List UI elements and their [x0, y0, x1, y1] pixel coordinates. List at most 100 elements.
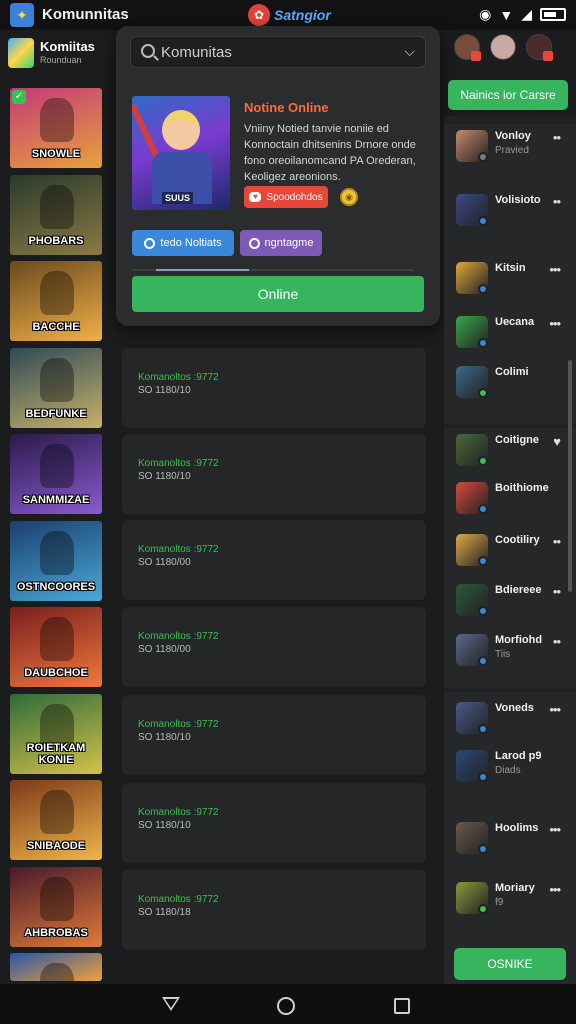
- member-row[interactable]: Larod p9 Diads: [444, 746, 576, 786]
- coin-icon[interactable]: ◉: [340, 188, 358, 206]
- more-options-icon[interactable]: •••: [549, 316, 561, 331]
- member-row[interactable]: Moriary f9 •••: [444, 878, 576, 918]
- member-row[interactable]: Vonloy Pravied ••: [444, 126, 576, 166]
- member-row[interactable]: Bdiereee ••: [444, 580, 576, 620]
- member-name: Vonloy: [495, 130, 531, 142]
- game-title: BEDFUNKE: [25, 407, 87, 420]
- game-tile[interactable]: [10, 953, 102, 981]
- list-item[interactable]: Komanoltos :9772 SO 1180/18: [122, 870, 426, 950]
- game-tile[interactable]: BACCHE: [10, 261, 102, 341]
- avatar[interactable]: [490, 34, 516, 60]
- more-options-icon[interactable]: •••: [549, 262, 561, 277]
- game-tile[interactable]: PHOBARS: [10, 174, 102, 255]
- list-item[interactable]: Komanoltos :9772 SO 1180/10: [122, 348, 426, 428]
- game-tile[interactable]: ✓ SNOWLE: [10, 88, 102, 168]
- bottom-action-button[interactable]: OSNIKE: [454, 948, 566, 980]
- list-item-subtitle: SO 1180/10: [138, 385, 191, 396]
- game-character: [40, 617, 74, 661]
- game-tile[interactable]: DAUBCHOE: [10, 607, 102, 687]
- scrollbar[interactable]: [568, 360, 572, 592]
- list-item-title: Komanoltos :9772: [138, 372, 219, 383]
- more-options-icon[interactable]: ••: [553, 634, 561, 649]
- member-row[interactable]: Kitsin •••: [444, 258, 576, 298]
- status-icon: [478, 724, 488, 734]
- location-pin-icon: ✿: [248, 4, 270, 26]
- more-options-icon[interactable]: ••: [553, 584, 561, 599]
- list-item-subtitle: SO 1180/10: [138, 471, 191, 482]
- more-options-icon[interactable]: •••: [549, 702, 561, 717]
- list-item[interactable]: Komanoltos :9772 SO 1180/10: [122, 434, 426, 514]
- list-item[interactable]: Komanoltos :9772 SO 1180/00: [122, 607, 426, 687]
- home-icon[interactable]: [277, 997, 295, 1015]
- chevron-down-icon[interactable]: ⌵: [404, 43, 415, 60]
- game-title: OSTNCOORES: [16, 580, 96, 593]
- member-row[interactable]: Morfiohd Tiis ••: [444, 630, 576, 670]
- member-row[interactable]: Cootiliry ••: [444, 530, 576, 570]
- member-panel: Vonloy Pravied •• Volisioto •• Kitsin ••• Uecan…: [444, 116, 576, 984]
- more-options-icon[interactable]: ••: [553, 534, 561, 549]
- member-row[interactable]: Voneds •••: [444, 698, 576, 738]
- app-logo-icon: ✦: [10, 3, 34, 27]
- game-tile[interactable]: SNIBAODE: [10, 780, 102, 860]
- list-item[interactable]: Komanoltos :9772 SO 1180/10: [122, 695, 426, 775]
- game-title: SNIBAODE: [26, 840, 86, 852]
- notification-chip[interactable]: tedo Noltiats: [132, 230, 234, 256]
- game-tile[interactable]: SANMMIZAE: [10, 434, 102, 514]
- member-name: Cootiliry: [495, 534, 540, 546]
- game-title: ROIETKAM KONIE: [26, 741, 86, 766]
- list-item-title: Komanoltos :9772: [138, 894, 219, 905]
- avatar[interactable]: [526, 34, 553, 61]
- list-item-subtitle: SO 1180/10: [138, 732, 191, 743]
- member-row[interactable]: Coitigne ♥: [444, 430, 576, 470]
- community-popup: ⌵ SUUS Notine Online Vniiny Notied tanvi…: [116, 26, 440, 326]
- info-icon: [144, 237, 156, 249]
- progress-fill: [156, 269, 250, 271]
- game-character: [40, 963, 74, 981]
- recents-icon[interactable]: [394, 998, 410, 1014]
- game-tile[interactable]: ROIETKAM KONIE: [10, 693, 102, 774]
- game-tile[interactable]: BEDFUNKE: [10, 347, 102, 428]
- status-icon: [478, 152, 488, 162]
- member-row[interactable]: Hoolims •••: [444, 818, 576, 858]
- search-bar[interactable]: ⌵: [130, 36, 426, 68]
- list-item[interactable]: Komanoltos :9772 SO 1180/00: [122, 520, 426, 600]
- status-icon: [478, 284, 488, 294]
- hero-tag: SUUS: [162, 192, 194, 204]
- back-icon[interactable]: [162, 997, 180, 1011]
- member-row[interactable]: Uecana •••: [444, 312, 576, 352]
- more-options-icon[interactable]: •••: [549, 822, 561, 837]
- member-name: Uecana: [495, 316, 535, 328]
- member-status: Diads: [495, 765, 521, 776]
- member-row[interactable]: Volisioto ••: [444, 190, 576, 230]
- member-row[interactable]: Boithiome: [444, 478, 576, 518]
- notification-chip-label: tedo Noltiats: [160, 237, 222, 249]
- list-item-subtitle: SO 1180/10: [138, 820, 191, 831]
- search-input[interactable]: [161, 42, 391, 62]
- status-icons: ◉ ▼ ◢: [479, 6, 566, 23]
- hero-image[interactable]: SUUS: [132, 96, 230, 210]
- more-options-icon[interactable]: ••: [553, 130, 561, 145]
- game-badge[interactable]: ♥ Spoodohdos: [244, 186, 328, 208]
- list-item[interactable]: Komanoltos :9772 SO 1180/10: [122, 783, 426, 863]
- online-button[interactable]: Online: [132, 276, 424, 312]
- avatar[interactable]: [454, 34, 481, 61]
- member-row[interactable]: Colimi: [444, 362, 576, 402]
- member-name: Moriary: [495, 882, 535, 894]
- status-icon: [478, 556, 488, 566]
- status-icon: [478, 504, 488, 514]
- list-item-title: Komanoltos :9772: [138, 631, 219, 642]
- game-tile[interactable]: AHBROBAS: [10, 866, 102, 947]
- status-icon: [478, 656, 488, 666]
- game-title: BACCHE: [32, 321, 80, 333]
- popup-title: Notine Online: [244, 100, 329, 115]
- game-character: [40, 98, 74, 142]
- member-name: Hoolims: [495, 822, 539, 834]
- more-options-icon[interactable]: •••: [549, 882, 561, 897]
- more-options-icon[interactable]: ♥: [553, 434, 561, 449]
- tag-chip[interactable]: ngntagme: [240, 230, 322, 256]
- game-title: DAUBCHOE: [24, 667, 88, 679]
- game-tile[interactable]: OSTNCOORES: [10, 520, 102, 601]
- more-options-icon[interactable]: ••: [553, 194, 561, 209]
- check-icon: ✓: [12, 90, 26, 104]
- join-button[interactable]: Nainics ior Carsre: [448, 80, 568, 110]
